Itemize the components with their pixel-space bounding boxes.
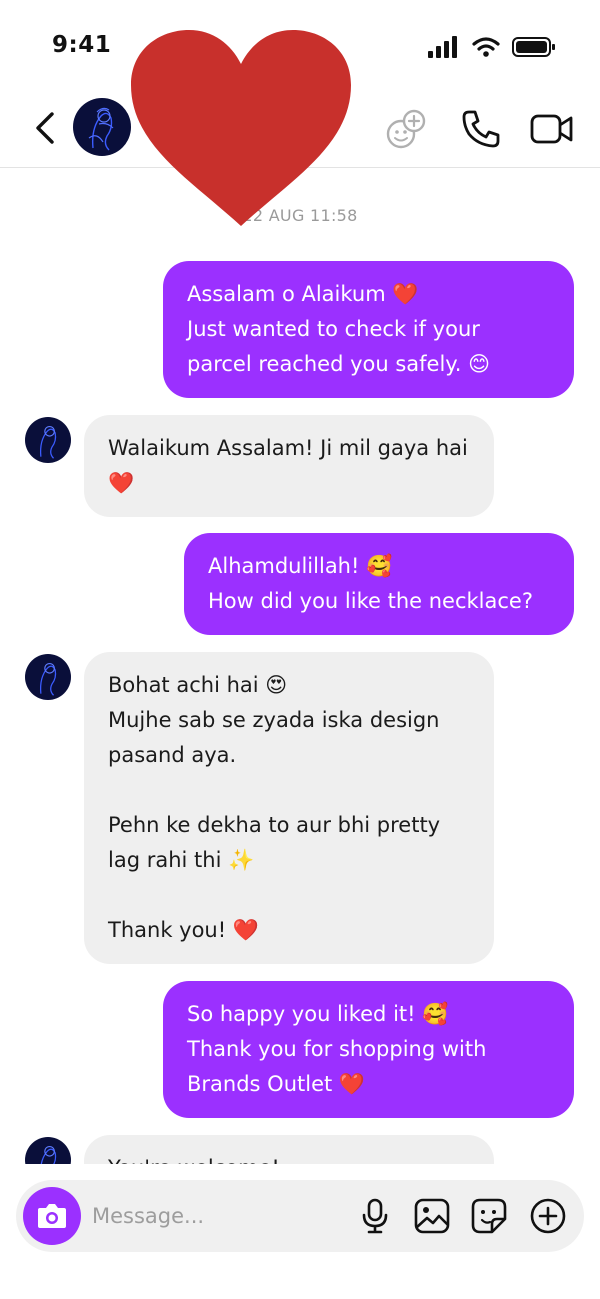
sender-avatar [25, 654, 71, 700]
outgoing-message[interactable]: Alhamdulillah! 🥰 How did you like the ne… [184, 533, 574, 635]
outgoing-message[interactable]: Assalam o Alaikum ❤️ Just wanted to chec… [163, 261, 574, 398]
wifi-icon [472, 37, 500, 57]
audio-call-button[interactable] [460, 108, 502, 150]
signal-icon [428, 36, 457, 58]
incoming-message[interactable]: You're welcome! [84, 1135, 494, 1164]
effects-button[interactable] [384, 108, 428, 152]
sticker-button[interactable] [470, 1197, 508, 1235]
back-button[interactable] [30, 110, 60, 146]
camera-icon [38, 1204, 66, 1228]
message-list[interactable]: 22 AUG 11:58 Assalam o Alaikum ❤️ Just w… [0, 170, 600, 1164]
incoming-message[interactable]: Walaikum Assalam! Ji mil gaya hai ❤️ [84, 415, 494, 517]
sender-avatar [25, 1137, 71, 1164]
battery-icon [512, 37, 555, 57]
voice-message-button[interactable] [356, 1197, 394, 1235]
chevron-left-icon [36, 112, 54, 144]
message-composer [16, 1180, 584, 1252]
video-call-button[interactable] [530, 112, 574, 146]
more-options-button[interactable] [529, 1197, 567, 1235]
contact-avatar[interactable] [73, 98, 131, 156]
status-time: 9:41 [52, 32, 112, 58]
sender-avatar [25, 417, 71, 463]
effects-icon [386, 109, 426, 149]
gallery-icon [414, 1198, 450, 1234]
camera-button[interactable] [23, 1187, 81, 1245]
phone-icon [462, 110, 500, 148]
video-camera-icon [530, 114, 573, 144]
outgoing-message[interactable]: So happy you liked it! 🥰 Thank you for s… [163, 981, 574, 1118]
incoming-message[interactable]: Bohat achi hai 😍 Mujhe sab se zyada iska… [84, 652, 494, 964]
chat-screen: 9:41 22 AUG 11:58 Assalam o Alaikum ❤️ J… [0, 0, 600, 1299]
message-input[interactable] [92, 1196, 342, 1236]
microphone-icon [362, 1198, 388, 1234]
plus-circle-icon [530, 1198, 566, 1234]
gallery-button[interactable] [413, 1197, 451, 1235]
status-icons [428, 36, 556, 58]
heart-sticker-overlay [131, 30, 351, 226]
sticker-icon [471, 1198, 507, 1234]
